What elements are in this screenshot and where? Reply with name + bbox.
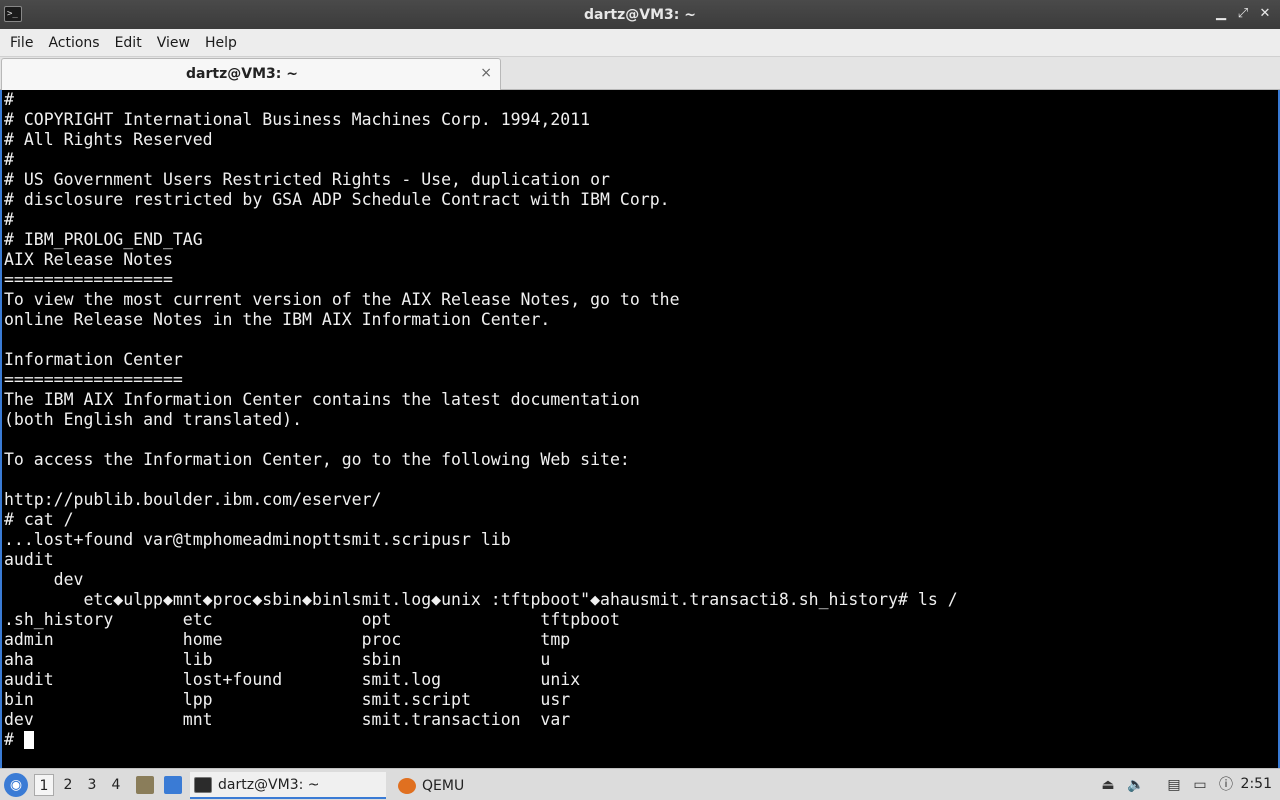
terminal-line: audit lost+found smit.log unix <box>4 670 581 689</box>
tab-close-icon[interactable]: × <box>480 65 492 81</box>
taskbar: ◉ 1 2 3 4 dartz@VM3: ~ QEMU ⏏ 🔈 ▤ ▭ ⓘ 2:… <box>0 768 1280 800</box>
task-qemu-label: QEMU <box>422 777 465 794</box>
workspace-1[interactable]: 1 <box>34 774 54 796</box>
show-desktop-icon[interactable] <box>164 776 182 794</box>
task-terminal-label: dartz@VM3: ~ <box>218 776 320 793</box>
terminal-line: To access the Information Center, go to … <box>4 450 630 469</box>
terminal-prompt: # <box>4 730 24 749</box>
clipboard-icon[interactable]: ▤ <box>1164 775 1184 795</box>
terminal-icon <box>194 776 212 793</box>
tab-bar: dartz@VM3: ~ × <box>0 57 1280 90</box>
minimize-button[interactable]: ▁ <box>1212 5 1230 23</box>
text-cursor <box>23 731 34 749</box>
terminal-app-icon: >_ <box>4 6 22 22</box>
qemu-icon <box>398 777 416 794</box>
menu-bar: File Actions Edit View Help <box>0 29 1280 57</box>
terminal-prompt-line[interactable]: # <box>4 730 958 750</box>
terminal-line: # disclosure restricted by GSA ADP Sched… <box>4 190 670 209</box>
terminal-lines: # # COPYRIGHT International Business Mac… <box>4 90 958 750</box>
start-menu-icon[interactable]: ◉ <box>4 773 28 797</box>
eject-icon[interactable]: ⏏ <box>1098 775 1118 795</box>
terminal-line: # <box>4 90 14 109</box>
terminal-line: # <box>4 150 14 169</box>
terminal-line: # <box>4 210 14 229</box>
terminal-line: bin lpp smit.script usr <box>4 690 571 709</box>
terminal-line: (both English and translated). <box>4 410 303 429</box>
menu-edit[interactable]: Edit <box>109 35 148 51</box>
terminal-line: Information Center <box>4 350 183 369</box>
terminal-line: etc◆ulpp◆mnt◆proc◆sbin◆binlsmit.log◆unix… <box>4 590 958 609</box>
menu-file[interactable]: File <box>4 35 39 51</box>
terminal-line: dev <box>4 570 84 589</box>
terminal-line: online Release Notes in the IBM AIX Info… <box>4 310 551 329</box>
task-terminal[interactable]: dartz@VM3: ~ <box>190 772 386 799</box>
terminal-scrollbar[interactable] <box>1272 90 1278 768</box>
close-button[interactable]: ✕ <box>1256 5 1274 23</box>
volume-icon[interactable]: 🔈 <box>1126 775 1146 795</box>
terminal-line: ...lost+found var@tmphomeadminopttsmit.s… <box>4 530 511 549</box>
workspace-4[interactable]: 4 <box>106 774 126 796</box>
file-manager-icon[interactable] <box>136 776 154 794</box>
terminal-line: .sh_history etc opt tftpboot <box>4 610 620 629</box>
terminal-line: admin home proc tmp <box>4 630 571 649</box>
terminal-line: # IBM_PROLOG_END_TAG <box>4 230 203 249</box>
terminal-line: The IBM AIX Information Center contains … <box>4 390 640 409</box>
menu-view[interactable]: View <box>151 35 196 51</box>
terminal-line: # cat / <box>4 510 74 529</box>
terminal-line: audit <box>4 550 54 569</box>
terminal-line: dev mnt smit.transaction var <box>4 710 571 729</box>
workspace-2[interactable]: 2 <box>58 774 78 796</box>
terminal-line: ================== <box>4 370 183 389</box>
window-title: dartz@VM3: ~ <box>584 6 696 23</box>
notification-icon[interactable]: ⓘ <box>1216 775 1236 795</box>
terminal-output[interactable]: # # COPYRIGHT International Business Mac… <box>0 90 1280 768</box>
window-titlebar: >_ dartz@VM3: ~ ▁ ⤢ ✕ <box>0 0 1280 29</box>
menu-actions[interactable]: Actions <box>42 35 105 51</box>
terminal-line: # All Rights Reserved <box>4 130 213 149</box>
terminal-line: AIX Release Notes <box>4 250 173 269</box>
workspace-3[interactable]: 3 <box>82 774 102 796</box>
clock[interactable]: 2:51 <box>1241 776 1272 792</box>
window-controls: ▁ ⤢ ✕ <box>1212 5 1274 23</box>
terminal-line: # US Government Users Restricted Rights … <box>4 170 610 189</box>
terminal-line: # COPYRIGHT International Business Machi… <box>4 110 591 129</box>
tab-label: dartz@VM3: ~ <box>186 66 298 82</box>
menu-help[interactable]: Help <box>199 35 243 51</box>
terminal-line: aha lib sbin u <box>4 650 551 669</box>
network-icon[interactable]: ▭ <box>1190 775 1210 795</box>
task-qemu[interactable]: QEMU <box>394 772 574 799</box>
maximize-button[interactable]: ⤢ <box>1234 5 1252 23</box>
terminal-line: To view the most current version of the … <box>4 290 680 309</box>
terminal-line: http://publib.boulder.ibm.com/eserver/ <box>4 490 382 509</box>
tab-terminal[interactable]: dartz@VM3: ~ × <box>1 58 501 90</box>
terminal-line: ================= <box>4 270 173 289</box>
